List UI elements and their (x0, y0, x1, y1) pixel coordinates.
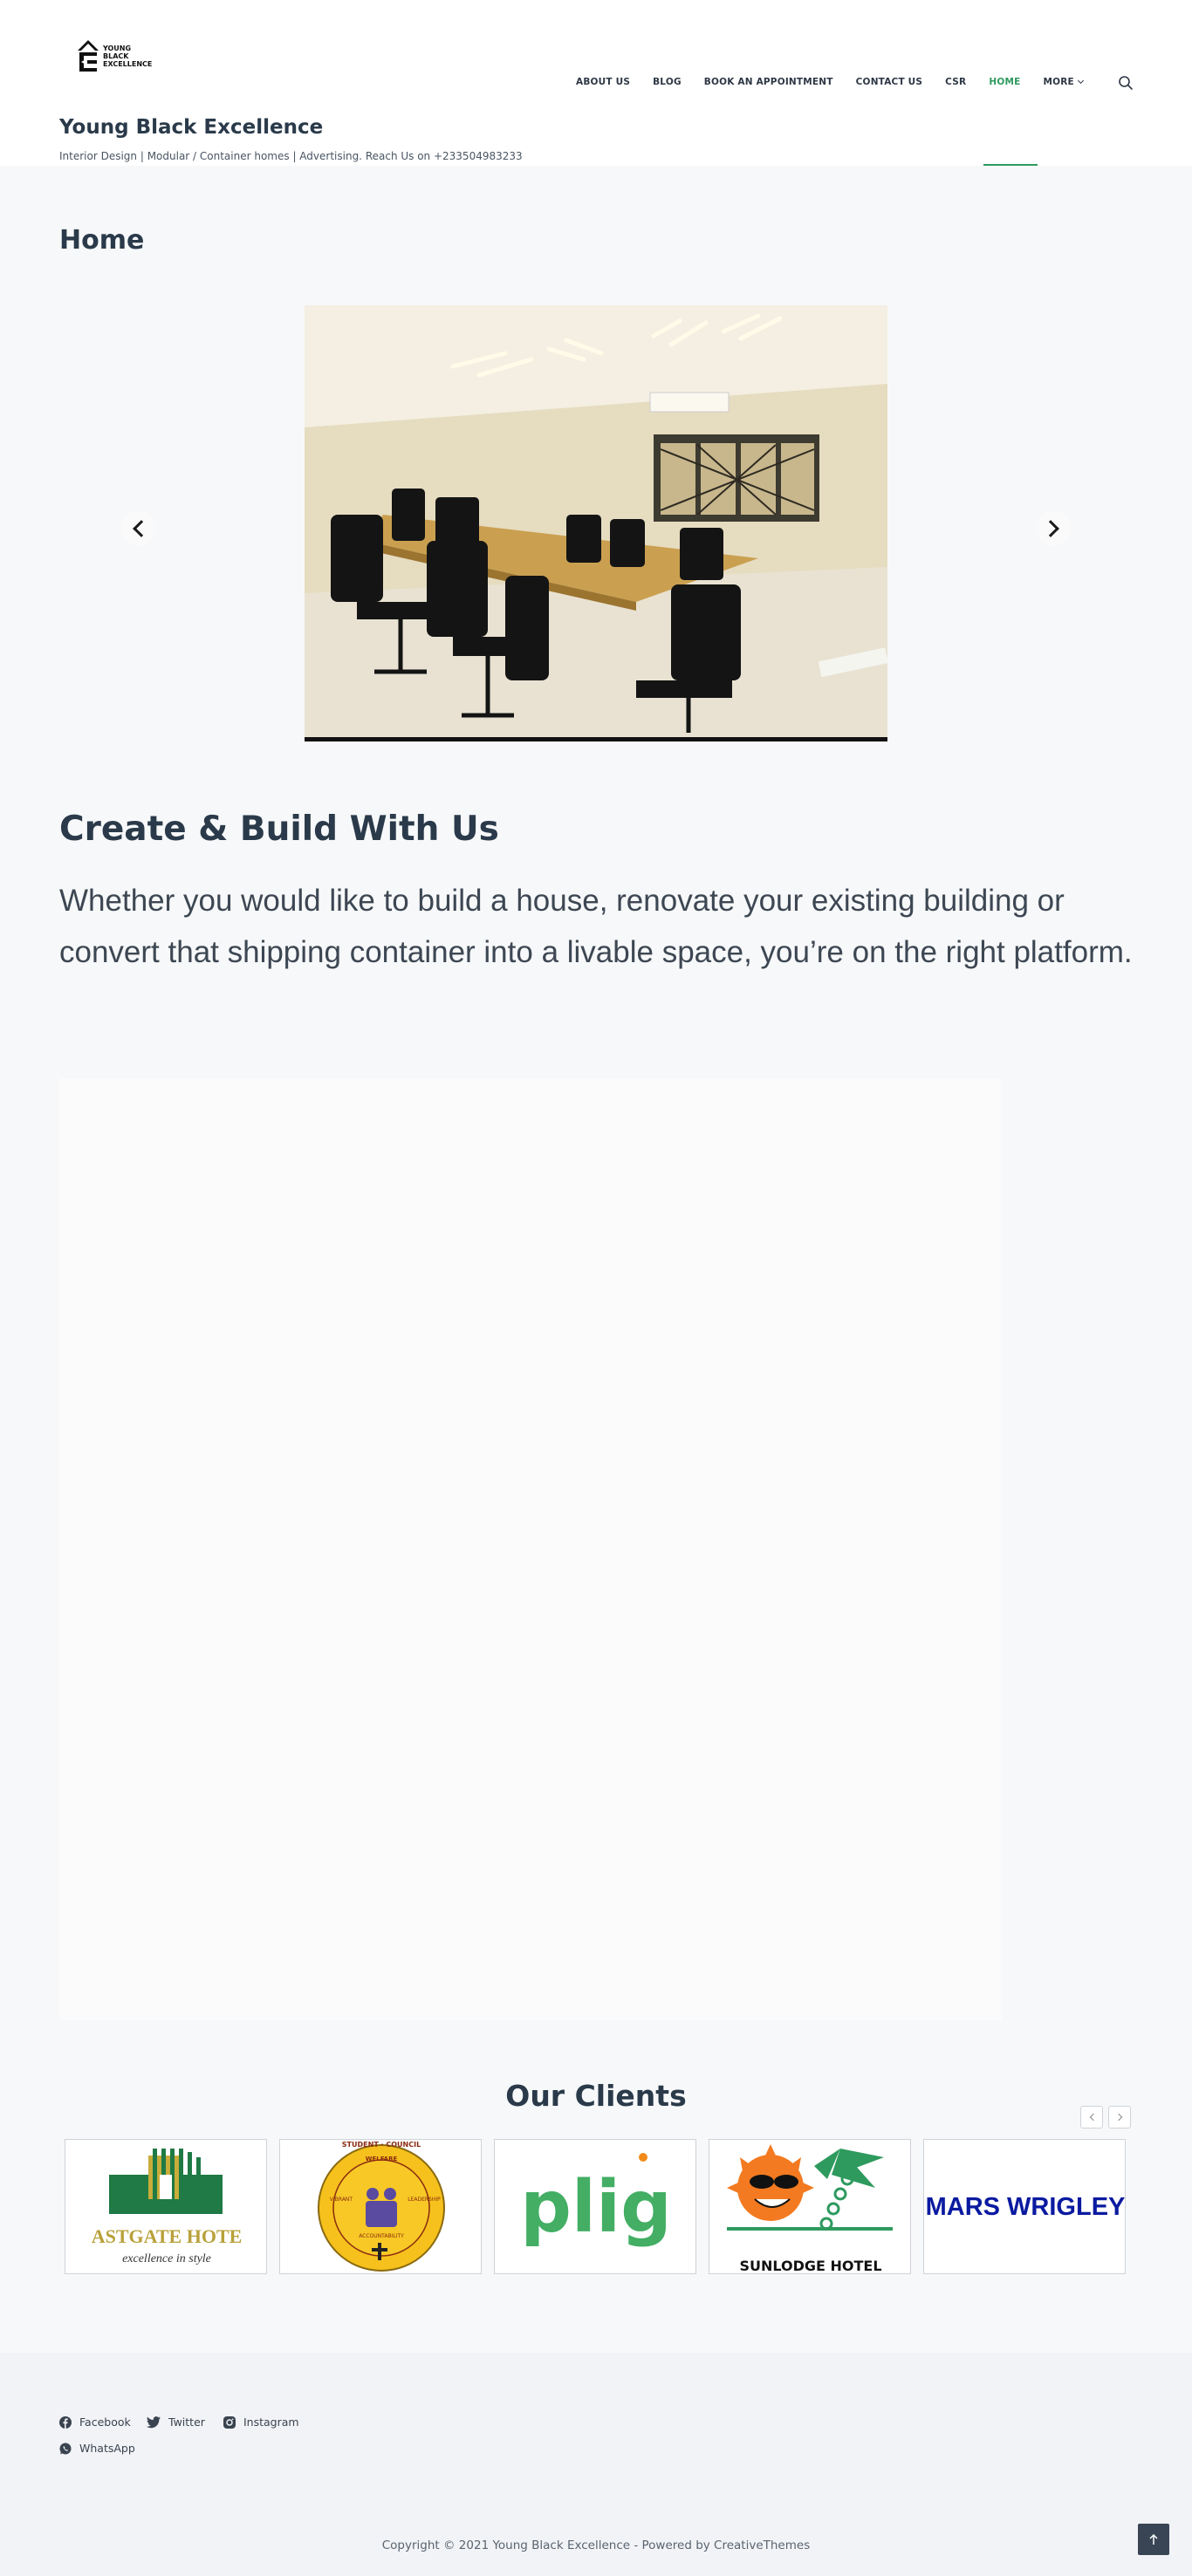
council-leadership-text: LEADERSHIP (408, 2197, 441, 2203)
whatsapp-icon (59, 2443, 72, 2454)
arrow-up-icon (1149, 2533, 1158, 2545)
council-welfare-text: WELFARE (366, 2156, 398, 2163)
clients-next-button[interactable] (1108, 2106, 1131, 2128)
council-ring-text: STUDENT · COUNCIL (342, 2141, 421, 2149)
twitter-icon (147, 2415, 161, 2428)
nav-item-blog[interactable]: BLOG (653, 77, 682, 87)
social-label-whatsapp: WhatsApp (79, 2442, 135, 2455)
chevron-right-icon (1042, 520, 1059, 537)
slider-prev-button[interactable] (121, 511, 156, 546)
social-link-twitter[interactable]: Twitter (147, 2415, 205, 2429)
search-button[interactable] (1118, 75, 1134, 91)
slider-next-button[interactable] (1036, 511, 1071, 546)
nav-active-indicator (983, 164, 1038, 166)
sunlodge-logo: SUNLODGE HOTEL (727, 2144, 893, 2274)
nav-item-more[interactable]: MORE (1043, 77, 1084, 87)
social-link-whatsapp[interactable]: WhatsApp (59, 2442, 135, 2455)
nav-item-about-us[interactable]: ABOUT US (576, 77, 630, 87)
site-title[interactable]: Young Black Excellence (59, 116, 323, 139)
social-label-instagram: Instagram (243, 2415, 299, 2429)
logo-mark-icon (78, 40, 99, 72)
social-label-twitter: Twitter (168, 2415, 205, 2429)
student-council-logo: STUDENT · COUNCIL WELFARE VIBRANT LEADER… (318, 2141, 445, 2272)
embedded-content-area (59, 1078, 1002, 2020)
chevron-left-icon (133, 520, 150, 537)
intro-text: Whether you would like to build a house,… (59, 884, 1133, 969)
instagram-icon (223, 2415, 236, 2429)
slider-image-conference-room (305, 305, 887, 741)
logo-wordmark: YOUNG BLACK EXCELLENCE (103, 44, 152, 68)
social-link-instagram[interactable]: Instagram (223, 2415, 299, 2429)
logo-word-2: BLACK (103, 51, 129, 60)
client-logo-student-council[interactable]: STUDENT · COUNCIL WELFARE VIBRANT LEADER… (279, 2139, 482, 2274)
eastgate-logo: ASTGATE HOTE excellence in style (92, 2149, 243, 2265)
council-vibrant-text: VIBRANT (330, 2197, 353, 2203)
main-nav: ABOUT US BLOG BOOK AN APPOINTMENT CONTAC… (576, 75, 1106, 89)
logo-word-1: YOUNG (103, 44, 132, 52)
logo-word-3: EXCELLENCE (103, 59, 153, 68)
social-link-facebook[interactable]: Facebook (59, 2415, 131, 2429)
site-tagline: Interior Design | Modular / Container ho… (59, 150, 523, 162)
chevron-left-icon (1089, 2113, 1097, 2122)
nav-item-home[interactable]: HOME (989, 77, 1020, 87)
council-accountability-text: ACCOUNTABILITY (359, 2233, 404, 2239)
mars-wrigley-logo-text: MARS WRIGLEY (926, 2193, 1126, 2221)
nav-item-csr[interactable]: CSR (945, 77, 966, 87)
site-header: YOUNG BLACK EXCELLENCE ABOUT US BLOG BOO… (0, 0, 1192, 166)
client-logo-eastgate[interactable]: ASTGATE HOTE excellence in style (65, 2139, 267, 2274)
sunlodge-logo-text: SUNLODGE HOTEL (739, 2258, 881, 2274)
back-to-top-button[interactable] (1138, 2524, 1169, 2555)
nav-item-more-label: MORE (1043, 77, 1074, 87)
chevron-down-icon (1077, 77, 1084, 85)
search-icon (1119, 76, 1133, 90)
client-logo-plig[interactable]: plig (494, 2139, 696, 2274)
intro-heading: Create & Build With Us (59, 810, 499, 849)
client-logo-sunlodge[interactable]: SUNLODGE HOTEL (709, 2139, 911, 2274)
chevron-right-icon (1114, 2113, 1122, 2122)
site-logo[interactable]: YOUNG BLACK EXCELLENCE (77, 37, 157, 75)
facebook-icon (59, 2415, 72, 2429)
plig-logo: plig (520, 2153, 672, 2249)
conference-room-photo (305, 305, 887, 737)
nav-item-book-appointment[interactable]: BOOK AN APPOINTMENT (704, 77, 833, 87)
clients-title: Our Clients (505, 2079, 687, 2113)
page-title: Home (59, 225, 145, 256)
eastgate-logo-text: ASTGATE HOTE (92, 2225, 243, 2247)
nav-item-contact-us[interactable]: CONTACT US (856, 77, 923, 87)
mars-wrigley-logo: MARS WRIGLEY (926, 2193, 1126, 2221)
plig-logo-text: plig (520, 2166, 672, 2249)
client-logo-mars-wrigley[interactable]: MARS WRIGLEY (923, 2139, 1126, 2274)
social-label-facebook: Facebook (79, 2415, 131, 2429)
eastgate-logo-subtitle: excellence in style (122, 2252, 211, 2265)
copyright-text: Copyright © 2021 Young Black Excellence … (381, 2538, 811, 2552)
clients-prev-button[interactable] (1080, 2106, 1103, 2128)
